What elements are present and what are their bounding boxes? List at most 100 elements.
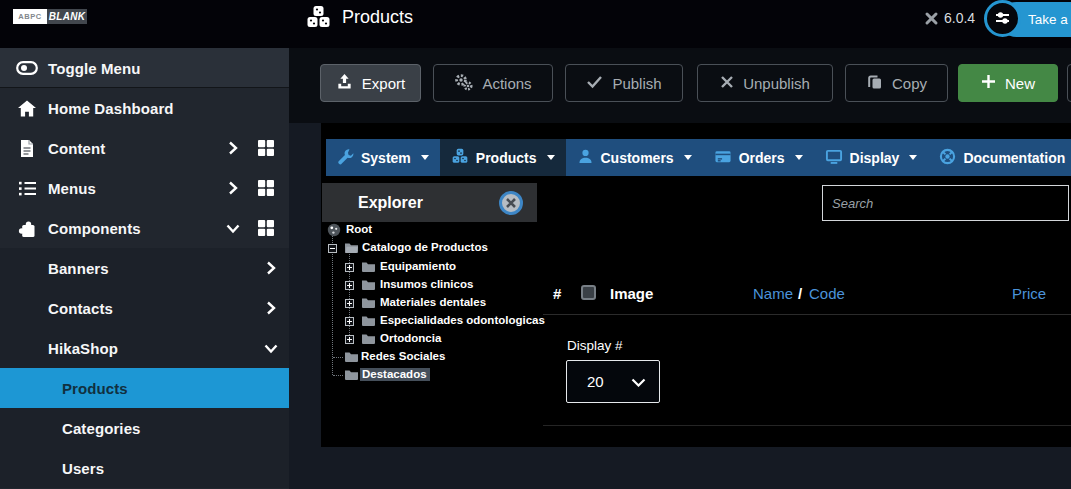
copy-icon	[866, 73, 883, 93]
toolbar: Export Actions Publish Unpublish Copy Ne…	[289, 48, 1071, 123]
logo-abpc[interactable]: ABPC	[13, 9, 47, 24]
chevron-right-icon	[264, 288, 278, 328]
chevron-down-icon	[264, 328, 278, 368]
home-icon	[16, 88, 38, 128]
expand-plus-icon[interactable]	[345, 334, 354, 346]
copy-button[interactable]: Copy	[845, 64, 948, 102]
logo-blank[interactable]: BLANK	[47, 9, 87, 24]
products-cubes-icon	[305, 5, 332, 34]
folder-icon	[361, 261, 376, 275]
caret-down-icon	[684, 155, 692, 160]
sidebar-item-content[interactable]: Content	[0, 128, 289, 168]
caret-down-icon	[909, 155, 917, 160]
unpublish-button[interactable]: Unpublish	[697, 64, 833, 102]
hikashop-menubar: System Products Customers Orders	[326, 139, 1071, 176]
display-count-label: Display #	[567, 338, 623, 353]
menu-documentation[interactable]: Documentation	[928, 139, 1071, 176]
explorer-close-icon[interactable]	[498, 190, 524, 220]
menu-products[interactable]: Products	[440, 139, 566, 176]
joomla-icon	[924, 11, 939, 26]
monitor-icon	[825, 148, 843, 168]
export-button[interactable]: Export	[320, 64, 421, 102]
folder-icon	[344, 369, 359, 383]
select-all-checkbox[interactable]	[581, 285, 596, 300]
chevron-right-icon	[264, 248, 278, 288]
grid-icon[interactable]	[256, 208, 276, 248]
column-header-code[interactable]: Code	[809, 285, 845, 302]
gears-icon	[454, 73, 473, 94]
sidebar-item-components[interactable]: Components	[0, 208, 289, 248]
column-header-num[interactable]: #	[553, 285, 561, 302]
user-icon	[577, 148, 594, 168]
menu-customers[interactable]: Customers	[566, 139, 703, 176]
page-title: Products	[342, 7, 413, 28]
sliders-icon[interactable]	[984, 0, 1021, 37]
cubes-icon	[451, 148, 469, 168]
caret-down-icon	[421, 155, 429, 160]
chevron-right-icon	[226, 168, 240, 208]
folder-icon	[361, 333, 376, 347]
column-header-name[interactable]: Name	[753, 285, 793, 302]
caret-down-icon	[547, 155, 555, 160]
column-header-image[interactable]: Image	[610, 285, 653, 302]
check-icon	[586, 74, 603, 92]
sidebar-item-toggle-menu[interactable]: Toggle Menu	[0, 48, 289, 88]
menu-system[interactable]: System	[326, 139, 440, 176]
search-input[interactable]	[822, 185, 1069, 221]
sidebar-item-categories[interactable]: Categories	[0, 408, 289, 448]
x-icon	[720, 75, 734, 92]
toggle-menu-icon	[16, 48, 38, 88]
wrench-icon	[337, 148, 354, 168]
column-header-slash: /	[798, 285, 802, 302]
puzzle-icon	[16, 208, 38, 248]
sidebar-item-hikashop[interactable]: HikaShop	[0, 328, 289, 368]
sidebar-item-home-dashboard[interactable]: Home Dashboard	[0, 88, 289, 128]
tree-item-root[interactable]: Root	[321, 222, 621, 238]
chevron-right-icon	[226, 128, 240, 168]
card-icon	[714, 148, 732, 168]
column-header-price[interactable]: Price	[1012, 285, 1046, 302]
collapse-minus-icon[interactable]	[328, 243, 337, 255]
sidebar-item-contacts[interactable]: Contacts	[0, 288, 289, 328]
expand-plus-icon[interactable]	[345, 280, 354, 292]
explorer-header: Explorer	[322, 183, 537, 222]
menu-display[interactable]: Display	[814, 139, 929, 176]
divider	[543, 425, 1071, 426]
upload-icon	[336, 73, 353, 93]
grid-icon[interactable]	[256, 128, 276, 168]
expand-plus-icon[interactable]	[345, 316, 354, 328]
expand-plus-icon[interactable]	[345, 298, 354, 310]
grid-icon[interactable]	[256, 168, 276, 208]
publish-button[interactable]: Publish	[565, 64, 683, 102]
sidebar: Toggle Menu Home Dashboard Content Menus	[0, 48, 289, 489]
hikashop-panel: System Products Customers Orders	[321, 123, 1071, 447]
folder-icon	[361, 315, 376, 329]
divider	[543, 314, 1071, 315]
menu-orders[interactable]: Orders	[703, 139, 814, 176]
chevron-down-icon	[226, 208, 240, 248]
open-folder-icon	[344, 242, 359, 256]
tree-item-materiales-dentales[interactable]: Materiales dentales	[321, 295, 621, 311]
tree-item-catalogo-de-productos[interactable]: Catalogo de Productos	[321, 240, 621, 256]
tree-item-insumos-clinicos[interactable]: Insumos clinicos	[321, 277, 621, 293]
clipped-button[interactable]	[1067, 64, 1071, 102]
plus-icon	[981, 74, 996, 92]
tree-item-equipamiento[interactable]: Equipamiento	[321, 259, 621, 275]
sidebar-item-banners[interactable]: Banners	[0, 248, 289, 288]
expand-plus-icon[interactable]	[345, 262, 354, 274]
caret-down-icon	[795, 155, 803, 160]
version-label: 6.0.4	[924, 10, 975, 26]
tree-item-especialidades-odontologicas[interactable]: Especialidades odontologicas	[321, 313, 621, 329]
display-count-select[interactable]: 20	[566, 360, 660, 403]
list-icon	[16, 168, 38, 208]
help-icon	[939, 148, 956, 168]
sidebar-item-users[interactable]: Users	[0, 448, 289, 488]
top-bar: ABPC BLANK Products 6.0.4 Take a T	[0, 0, 1071, 48]
folder-icon	[361, 297, 376, 311]
new-button[interactable]: New	[958, 64, 1058, 102]
sidebar-item-menus[interactable]: Menus	[0, 168, 289, 208]
folder-icon	[361, 279, 376, 293]
sidebar-item-products[interactable]: Products	[0, 368, 289, 408]
explorer-title: Explorer	[358, 183, 423, 222]
actions-button[interactable]: Actions	[433, 64, 553, 102]
